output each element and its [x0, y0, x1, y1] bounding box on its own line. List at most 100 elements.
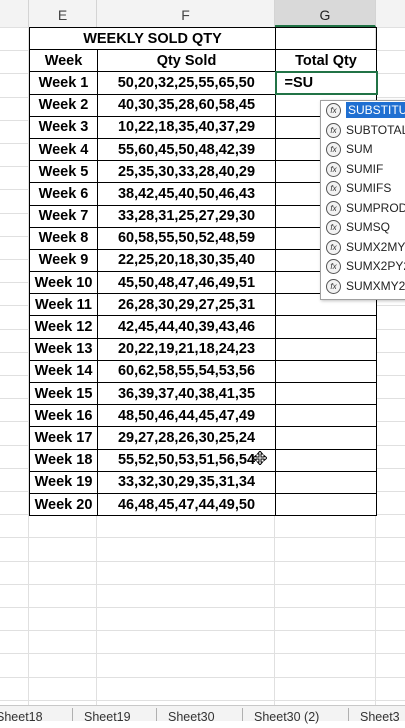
- qty-sold-cell[interactable]: 33,32,30,29,35,31,34: [97, 470, 276, 494]
- week-cell[interactable]: Week 19: [29, 470, 98, 494]
- autocomplete-item[interactable]: fx SUMIF: [321, 160, 405, 180]
- total-qty-active-cell[interactable]: =SU: [274, 70, 378, 96]
- week-cell[interactable]: Week 10: [29, 271, 98, 295]
- week-cell[interactable]: Week 14: [29, 359, 98, 384]
- week-cell[interactable]: Week 15: [29, 381, 98, 406]
- column-header-e[interactable]: E: [29, 0, 97, 27]
- autocomplete-item[interactable]: fx SUMXMY2: [321, 277, 405, 297]
- week-cell[interactable]: Week 3: [29, 115, 98, 139]
- qty-sold-cell[interactable]: 33,28,31,25,27,29,30: [97, 204, 276, 228]
- qty-sold-cell[interactable]: 26,28,30,29,27,25,31: [97, 293, 276, 317]
- formula-autocomplete-list[interactable]: fx SUBSTITUTE fx SUBTOTAL fx SUM fx SUMIF fx SUMI…: [320, 100, 405, 300]
- function-fx-icon: fx: [326, 161, 341, 177]
- qty-sold-cell[interactable]: 50,20,32,25,55,65,50: [97, 71, 276, 95]
- qty-sold-cell[interactable]: 46,48,45,47,44,49,50: [97, 492, 276, 517]
- function-fx-icon: fx: [326, 103, 341, 118]
- total-qty-cell[interactable]: [275, 426, 377, 450]
- sheet-tab[interactable]: Sheet3: [360, 706, 400, 724]
- week-cell[interactable]: Week 4: [29, 137, 98, 162]
- autocomplete-item[interactable]: fx SUMX2PY2: [321, 257, 405, 277]
- autocomplete-item[interactable]: fx SUM: [321, 140, 405, 160]
- autocomplete-item-label: SUMXMY2: [346, 278, 405, 293]
- tab-separator: [348, 708, 349, 721]
- autocomplete-item[interactable]: fx SUMX2MY2: [321, 238, 405, 258]
- week-cell[interactable]: Week 20: [29, 492, 98, 517]
- qty-sold-cell[interactable]: 22,25,20,18,30,35,40: [97, 248, 276, 273]
- qty-sold-cell[interactable]: 25,35,30,33,28,40,29: [97, 160, 276, 184]
- autocomplete-item[interactable]: fx SUBSTITUTE: [321, 101, 405, 121]
- autocomplete-item-label: SUMSQ: [346, 220, 391, 234]
- week-cell[interactable]: Week 1: [29, 71, 98, 95]
- week-cell[interactable]: Week 6: [29, 182, 98, 206]
- total-qty-cell[interactable]: [275, 470, 377, 494]
- gridline-horizontal: [0, 653, 405, 655]
- function-fx-icon: fx: [326, 122, 341, 138]
- total-qty-cell[interactable]: [275, 404, 377, 428]
- table-row: Week 18 55,52,50,53,51,56,54: [29, 448, 377, 472]
- qty-sold-cell[interactable]: 36,39,37,40,38,41,35: [97, 381, 276, 406]
- sheet-tab[interactable]: Sheet19: [84, 706, 131, 724]
- week-cell[interactable]: Week 5: [29, 160, 98, 184]
- autocomplete-item[interactable]: fx SUMIFS: [321, 179, 405, 199]
- qty-sold-cell[interactable]: 45,50,48,47,46,49,51: [97, 271, 276, 295]
- function-fx-icon: fx: [326, 278, 341, 294]
- sheet-tab[interactable]: Sheet18: [0, 706, 43, 724]
- autocomplete-item-label: SUBSTITUTE: [346, 102, 405, 118]
- autocomplete-item[interactable]: fx SUMSQ: [321, 218, 405, 238]
- week-cell[interactable]: Week 7: [29, 204, 98, 228]
- week-cell[interactable]: Week 16: [29, 404, 98, 428]
- function-fx-icon: fx: [326, 239, 341, 255]
- header-total-qty[interactable]: Total Qty: [275, 49, 377, 73]
- qty-sold-cell[interactable]: 60,58,55,50,52,48,59: [97, 226, 276, 250]
- column-header-g[interactable]: G: [275, 0, 376, 27]
- title-row-total-cell[interactable]: [275, 26, 377, 51]
- sheet-tab[interactable]: Sheet30 (2): [254, 706, 319, 724]
- qty-sold-cell[interactable]: 29,27,28,26,30,25,24: [97, 426, 276, 450]
- qty-sold-cell[interactable]: 55,52,50,53,51,56,54: [97, 448, 276, 472]
- total-qty-cell[interactable]: [275, 359, 377, 384]
- autocomplete-item-label: SUM: [346, 142, 373, 156]
- qty-sold-cell[interactable]: 10,22,18,35,40,37,29: [97, 115, 276, 139]
- qty-sold-cell[interactable]: 42,45,44,40,39,43,46: [97, 315, 276, 339]
- autocomplete-item-label: SUMPRODUCT: [346, 200, 405, 215]
- week-cell[interactable]: Week 12: [29, 315, 98, 339]
- week-cell[interactable]: Week 11: [29, 293, 98, 317]
- autocomplete-item[interactable]: fx SUBTOTAL: [321, 121, 405, 141]
- total-qty-cell[interactable]: [275, 381, 377, 406]
- qty-sold-cell[interactable]: 38,42,45,40,50,46,43: [97, 182, 276, 206]
- total-qty-cell[interactable]: [275, 315, 377, 339]
- week-cell[interactable]: Week 2: [29, 93, 98, 117]
- total-qty-cell[interactable]: [275, 492, 377, 517]
- function-fx-icon: fx: [326, 220, 341, 235]
- week-cell[interactable]: Week 9: [29, 248, 98, 273]
- column-header-f[interactable]: F: [97, 0, 275, 27]
- table-row: Week 17 29,27,28,26,30,25,24: [29, 426, 377, 450]
- function-fx-icon: fx: [326, 181, 341, 196]
- table-row: Week 16 48,50,46,44,45,47,49: [29, 404, 377, 428]
- table-title[interactable]: WEEKLY SOLD QTY: [29, 26, 276, 51]
- qty-sold-cell[interactable]: 48,50,46,44,45,47,49: [97, 404, 276, 428]
- qty-sold-cell[interactable]: 60,62,58,55,54,53,56: [97, 359, 276, 384]
- sheet-tab[interactable]: Sheet30: [168, 706, 215, 724]
- total-qty-cell[interactable]: [275, 448, 377, 472]
- week-cell[interactable]: Week 17: [29, 426, 98, 450]
- gridline-horizontal: [0, 583, 405, 585]
- week-cell[interactable]: Week 8: [29, 226, 98, 250]
- table-row: Week 13 20,22,19,21,18,24,23: [29, 337, 377, 361]
- header-qty-sold[interactable]: Qty Sold: [97, 49, 276, 73]
- autocomplete-item[interactable]: fx SUMPRODUCT: [321, 199, 405, 219]
- qty-sold-cell[interactable]: 40,30,35,28,60,58,45: [97, 93, 276, 117]
- gridline-horizontal: [0, 676, 405, 678]
- week-cell[interactable]: Week 18: [29, 448, 98, 472]
- total-qty-cell[interactable]: [275, 337, 377, 361]
- column-header-h[interactable]: [376, 0, 405, 27]
- row-header-corner[interactable]: [0, 0, 29, 27]
- qty-sold-cell[interactable]: 55,60,45,50,48,42,39: [97, 137, 276, 162]
- function-fx-icon: fx: [326, 259, 341, 274]
- table-row: Week 14 60,62,58,55,54,53,56: [29, 359, 377, 384]
- qty-sold-cell[interactable]: 20,22,19,21,18,24,23: [97, 337, 276, 361]
- sheet-tab-bar: Sheet18 Sheet19 Sheet30 Sheet30 (2) Sheet3: [0, 705, 405, 724]
- week-cell[interactable]: Week 13: [29, 337, 98, 361]
- autocomplete-item-label: SUBTOTAL: [346, 122, 405, 137]
- header-week[interactable]: Week: [29, 49, 98, 73]
